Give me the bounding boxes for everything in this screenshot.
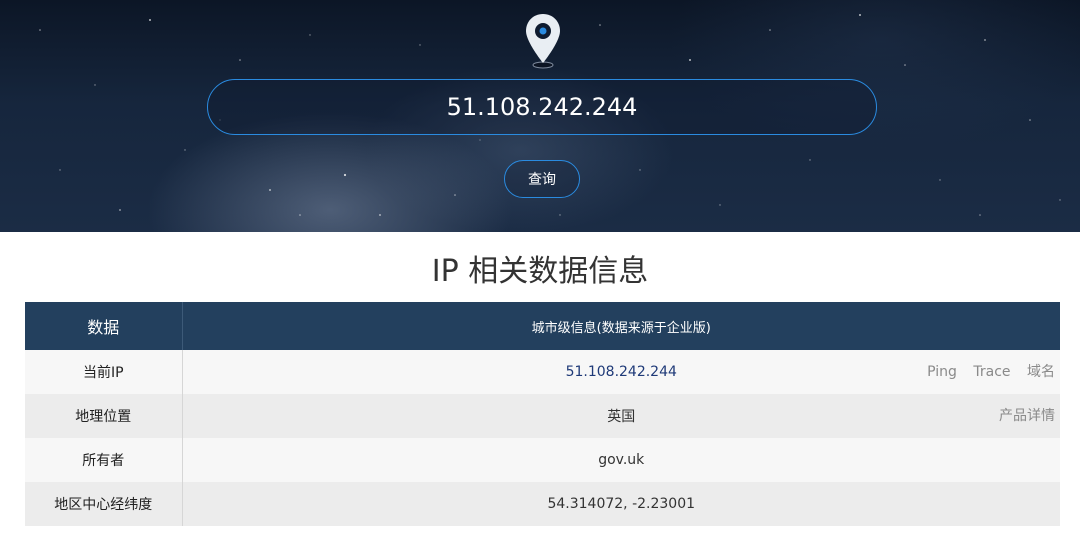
domain-link[interactable]: 域名 xyxy=(1027,364,1055,380)
row-key: 地区中心经纬度 xyxy=(25,482,183,526)
table-row-location: 地理位置 英国 产品详情 xyxy=(25,394,1060,438)
header-key: 数据 xyxy=(25,302,183,350)
ip-search-input[interactable] xyxy=(207,79,877,135)
map-pin-icon xyxy=(526,14,560,69)
table-row-current-ip: 当前IP 51.108.242.244 Ping Trace 域名 xyxy=(25,350,1060,394)
trace-link[interactable]: Trace xyxy=(973,364,1010,380)
table-header-row: 数据 城市级信息(数据来源于企业版) xyxy=(25,302,1060,350)
table-row-coordinates: 地区中心经纬度 54.314072, -2.23001 xyxy=(25,482,1060,526)
coordinates-value: 54.314072, -2.23001 xyxy=(182,482,1060,526)
ping-link[interactable]: Ping xyxy=(927,364,957,380)
hero-banner: 查询 xyxy=(0,0,1080,232)
location-actions: 产品详情 xyxy=(987,394,1055,438)
row-value-cell: 51.108.242.244 Ping Trace 域名 xyxy=(182,350,1060,394)
section-title: IP 相关数据信息 xyxy=(431,254,649,289)
row-key: 地理位置 xyxy=(25,394,183,438)
owner-value: gov.uk xyxy=(182,438,1060,482)
ip-actions: Ping Trace 域名 xyxy=(915,350,1055,394)
table-row-owner: 所有者 gov.uk xyxy=(25,438,1060,482)
ip-info-table: 数据 城市级信息(数据来源于企业版) 当前IP 51.108.242.244 P… xyxy=(25,302,1060,526)
row-key: 当前IP xyxy=(25,350,183,394)
row-value-cell: 英国 产品详情 xyxy=(182,394,1060,438)
current-ip-link[interactable]: 51.108.242.244 xyxy=(566,364,677,380)
query-button[interactable]: 查询 xyxy=(504,160,580,198)
product-details-link[interactable]: 产品详情 xyxy=(999,408,1055,424)
header-value: 城市级信息(数据来源于企业版) xyxy=(182,302,1060,350)
location-value: 英国 xyxy=(607,409,636,425)
row-key: 所有者 xyxy=(25,438,183,482)
